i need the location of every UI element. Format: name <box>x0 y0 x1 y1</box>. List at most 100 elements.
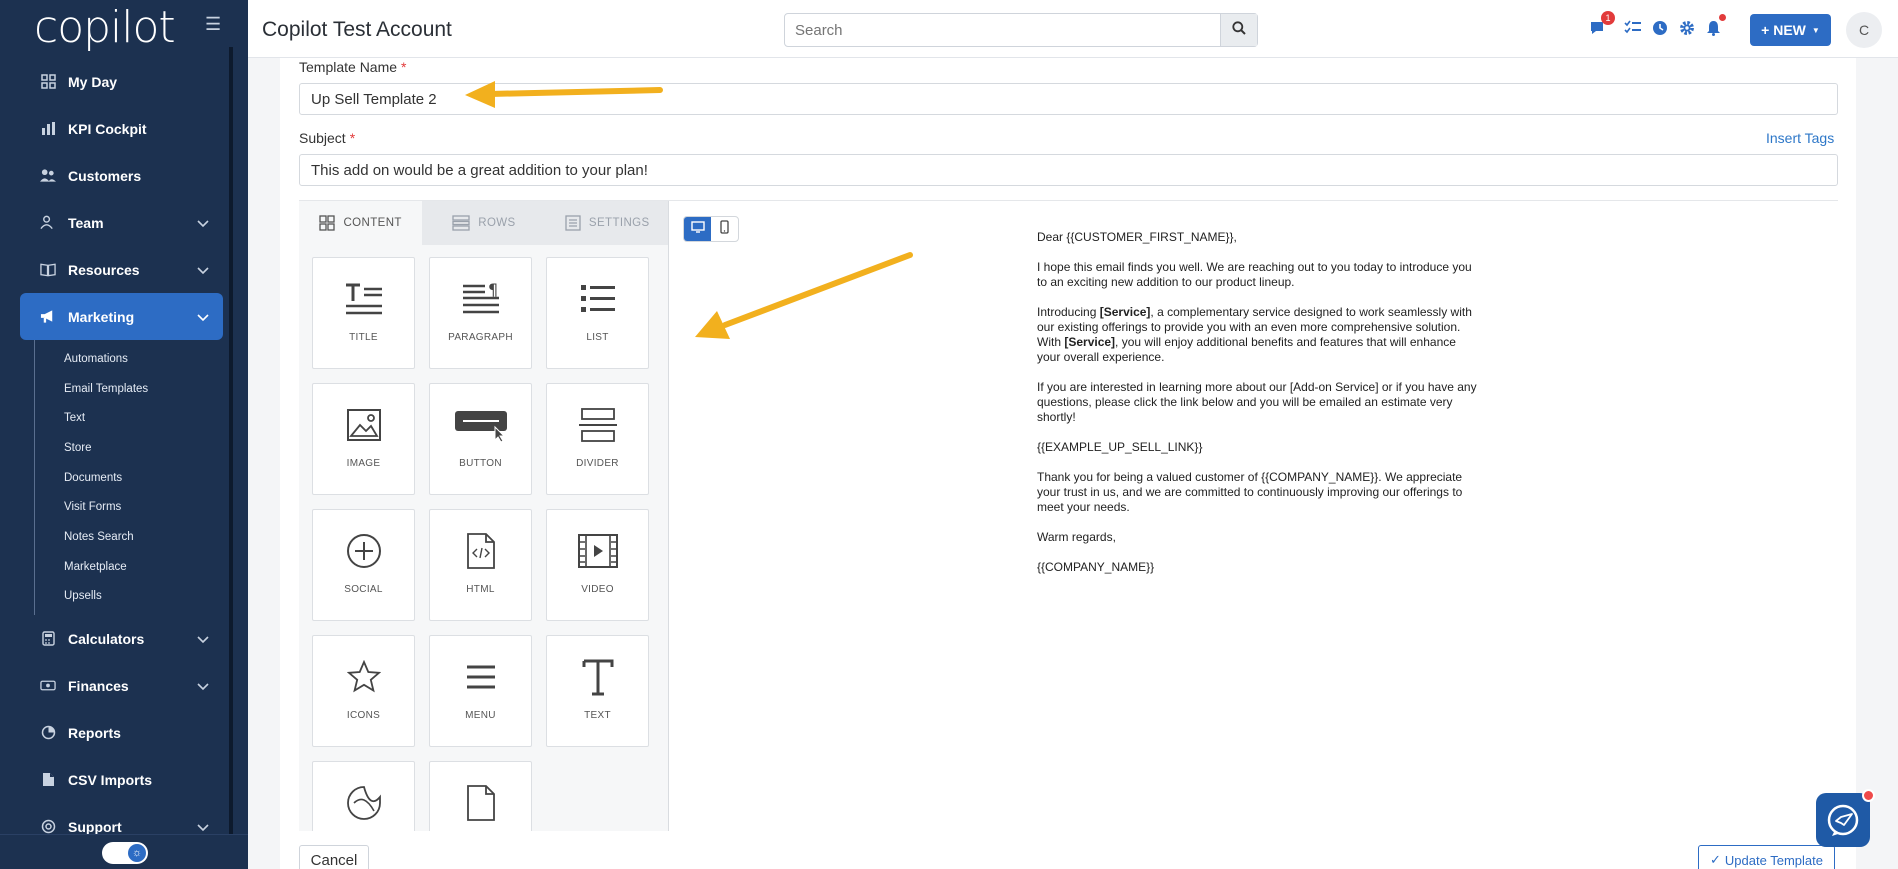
user-group-icon <box>40 215 56 231</box>
tab-rows[interactable]: ROWS <box>422 201 546 245</box>
main-panel: Template Name* Subject* Insert Tags CONT… <box>280 58 1856 869</box>
sidebar-subitem-text[interactable]: Text <box>64 403 223 433</box>
mobile-view-button[interactable] <box>711 217 738 241</box>
hamburger-icon[interactable]: ☰ <box>205 14 221 35</box>
tab-settings[interactable]: SETTINGS <box>545 201 668 245</box>
sidebar-subitem-automations[interactable]: Automations <box>64 344 223 374</box>
sidebar-item-label: Team <box>68 214 104 231</box>
tile-video[interactable]: VIDEO <box>546 509 649 621</box>
header-icons: 1 <box>1588 11 1726 37</box>
chat-notifications-icon[interactable]: 1 <box>1588 11 1615 37</box>
sidebar-subitem-email-templates[interactable]: Email Templates <box>64 374 223 404</box>
sidebar-item-team[interactable]: Team <box>20 199 223 246</box>
insert-tags-link[interactable]: Insert Tags <box>1766 130 1834 146</box>
sidebar-item-label: Resources <box>68 261 140 278</box>
monitor-icon <box>690 220 705 238</box>
clock-icon[interactable] <box>1650 18 1669 37</box>
update-template-button[interactable]: ✓ Update Template <box>1698 845 1835 869</box>
search-button[interactable] <box>1220 14 1257 46</box>
calculator-icon <box>40 631 56 647</box>
tile-file[interactable] <box>429 761 532 831</box>
sidebar-subitem-documents[interactable]: Documents <box>64 463 223 493</box>
content-builder-panel: CONTENT ROWS SETTINGS TITLE ¶ PARAGRAPH … <box>299 201 669 831</box>
cancel-button[interactable]: Cancel <box>299 845 369 869</box>
sidebar-item-csv-imports[interactable]: CSV Imports <box>20 756 223 803</box>
theme-toggle[interactable]: ☼ <box>102 842 148 864</box>
tile-button[interactable]: BUTTON <box>429 383 532 495</box>
sidebar-subitem-visit-forms[interactable]: Visit Forms <box>64 492 223 522</box>
sidebar-subitem-notes-search[interactable]: Notes Search <box>64 522 223 552</box>
sidebar-subitem-store[interactable]: Store <box>64 433 223 463</box>
tile-menu[interactable]: MENU <box>429 635 532 747</box>
sidebar-item-reports[interactable]: Reports <box>20 709 223 756</box>
chevron-down-icon <box>197 819 209 835</box>
tile-text[interactable]: TEXT <box>546 635 649 747</box>
top-header: Copilot Test Account 1 + NEW ▼ C <box>248 0 1898 58</box>
tile-image[interactable]: IMAGE <box>312 383 415 495</box>
sidebar-item-resources[interactable]: Resources <box>20 246 223 293</box>
tile-html[interactable]: HTML <box>429 509 532 621</box>
tile-list[interactable]: LIST <box>546 257 649 369</box>
template-name-input[interactable] <box>300 84 1837 114</box>
sidebar-scrollbar[interactable] <box>229 47 233 837</box>
tile-label: PARAGRAPH <box>448 332 513 343</box>
sidebar-item-finances[interactable]: Finances <box>20 662 223 709</box>
file-icon <box>430 778 531 828</box>
email-preview-canvas[interactable]: Dear {{CUSTOMER_FIRST_NAME}}, I hope thi… <box>670 201 1838 831</box>
code-file-icon <box>430 526 531 576</box>
alert-dot <box>1719 14 1726 21</box>
image-icon <box>313 400 414 450</box>
subject-label-text: Subject <box>299 130 346 146</box>
tile-label: BUTTON <box>459 458 502 469</box>
phone-icon <box>720 219 729 239</box>
tasks-icon[interactable] <box>1623 18 1642 37</box>
tile-sticker[interactable] <box>312 761 415 831</box>
search-box <box>784 13 1258 47</box>
tile-social[interactable]: SOCIAL <box>312 509 415 621</box>
email-paragraph: Introducing [Service], a complementary s… <box>1037 305 1477 365</box>
new-button[interactable]: + NEW ▼ <box>1750 14 1831 46</box>
tile-icons[interactable]: ICONS <box>312 635 415 747</box>
service-tag: [Service] <box>1099 305 1151 319</box>
subject-input[interactable] <box>300 155 1837 185</box>
sidebar-item-customers[interactable]: Customers <box>20 152 223 199</box>
search-input[interactable] <box>785 14 1215 46</box>
sidebar-item-my-day[interactable]: My Day <box>20 58 223 105</box>
tile-title[interactable]: TITLE <box>312 257 415 369</box>
email-body[interactable]: Dear {{CUSTOMER_FIRST_NAME}}, I hope thi… <box>1037 230 1477 590</box>
avatar[interactable]: C <box>1846 12 1882 48</box>
gear-icon[interactable] <box>1677 18 1696 37</box>
chat-widget-button[interactable] <box>1816 789 1875 847</box>
email-paragraph: I hope this email finds you well. We are… <box>1037 260 1472 289</box>
svg-text:¶: ¶ <box>488 281 498 299</box>
tab-content[interactable]: CONTENT <box>299 201 423 245</box>
text-run: Introducing <box>1037 305 1100 319</box>
rows-icon <box>452 215 470 231</box>
sidebar-item-kpi-cockpit[interactable]: KPI Cockpit <box>20 105 223 152</box>
sidebar-subitem-upsells[interactable]: Upsells <box>64 582 223 612</box>
paragraph-icon: ¶ <box>430 274 531 324</box>
desktop-view-button[interactable] <box>684 217 711 241</box>
sidebar-item-marketing[interactable]: Marketing <box>20 293 223 340</box>
email-editor: CONTENT ROWS SETTINGS TITLE ¶ PARAGRAPH … <box>299 200 1838 831</box>
tile-label: HTML <box>466 584 495 595</box>
pie-chart-icon <box>40 725 56 741</box>
sidebar-item-label: Reports <box>68 724 121 741</box>
copilot-logo: copilot <box>34 2 176 53</box>
template-name-label: Template Name * <box>299 59 407 75</box>
tile-paragraph[interactable]: ¶ PARAGRAPH <box>429 257 532 369</box>
sidebar-item-label: KPI Cockpit <box>68 120 147 137</box>
tile-label: TEXT <box>584 710 611 721</box>
tile-divider[interactable]: DIVIDER <box>546 383 649 495</box>
tab-content-label: CONTENT <box>343 217 402 229</box>
sidebar-item-label: Marketing <box>68 308 135 325</box>
sidebar-item-calculators[interactable]: Calculators <box>20 615 223 662</box>
marketing-submenu: Automations Email Templates Text Store D… <box>34 340 223 616</box>
theme-toggle-bar: ☼ <box>0 834 248 869</box>
email-closing: Warm regards, <box>1037 530 1116 544</box>
tile-label: LIST <box>586 332 609 343</box>
support-icon <box>40 819 56 835</box>
sidebar-item-label: CSV Imports <box>68 771 153 788</box>
sidebar-subitem-marketplace[interactable]: Marketplace <box>64 552 223 582</box>
bell-icon[interactable] <box>1704 14 1726 37</box>
